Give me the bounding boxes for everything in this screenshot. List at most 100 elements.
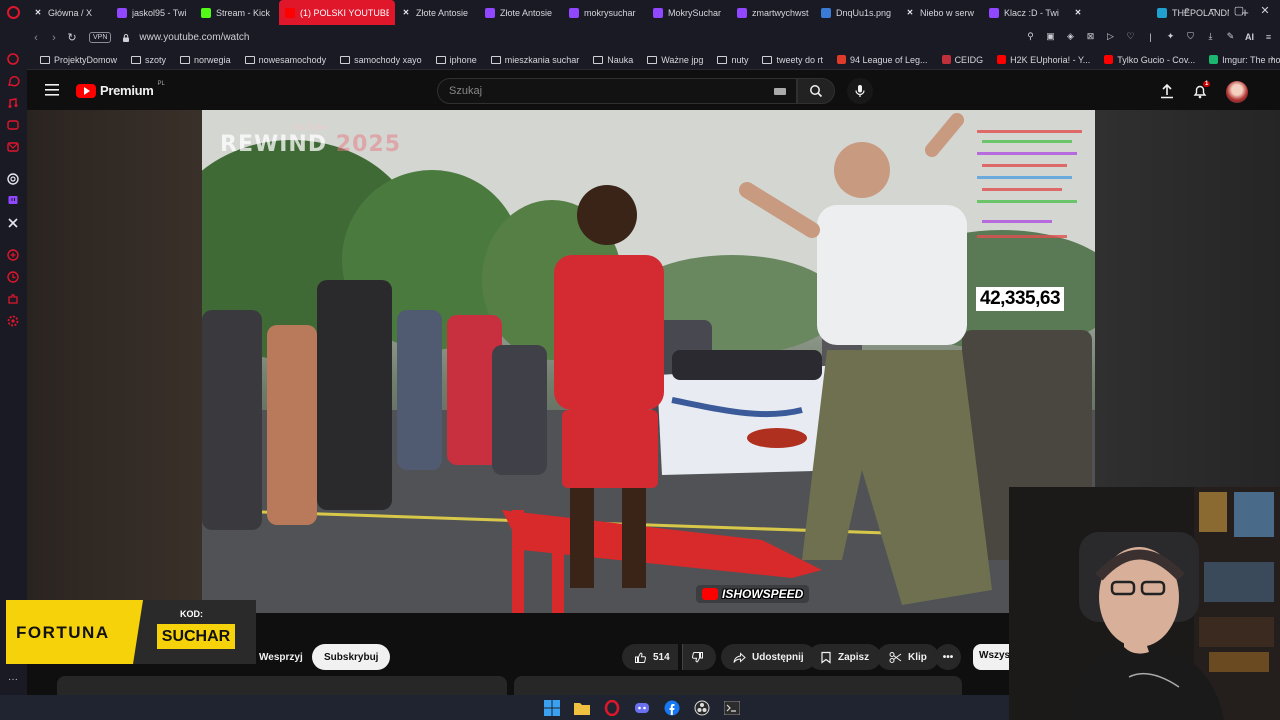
vk-icon[interactable] (6, 118, 20, 132)
bookmark-item[interactable]: Ważne jpg (640, 55, 710, 65)
browser-tab[interactable]: ✕ Złote Antosie (395, 0, 479, 25)
bookmark-item[interactable]: tweety do rt (755, 55, 830, 65)
download-icon[interactable]: ⤓ (1205, 31, 1216, 42)
menu-icon[interactable]: ≡ (1263, 31, 1274, 42)
bookmark-item[interactable]: szoty (124, 55, 173, 65)
terminal-icon[interactable] (723, 699, 741, 717)
bookmarks-overflow-icon[interactable]: › (1271, 53, 1274, 64)
discord-icon[interactable] (633, 699, 651, 717)
browser-tab[interactable]: ✕ (1067, 0, 1151, 25)
browser-tab[interactable]: Klacz :D - Twi (983, 0, 1067, 25)
history-icon[interactable] (6, 270, 20, 284)
address-bar: ‹ › ↻ VPN www.youtube.com/watch ⚲ ▣ ◈ ⊠ … (27, 25, 1280, 50)
windows-start-icon[interactable] (543, 699, 561, 717)
tab-title: Klacz :D - Twi (1004, 7, 1059, 18)
messenger-icon[interactable] (6, 52, 20, 66)
add-icon[interactable] (6, 248, 20, 262)
lock-icon[interactable] (121, 33, 131, 43)
close-window-button[interactable]: ✕ (1258, 4, 1272, 17)
gmail-icon[interactable] (6, 140, 20, 154)
forward-button[interactable]: › (45, 32, 63, 44)
share-button[interactable]: Udostępnij (721, 644, 816, 670)
overlay-youtube-text: YouTube (292, 122, 328, 132)
bookmark-item[interactable]: nuty (710, 55, 755, 65)
youtube-premium-logo[interactable]: Premium PL (76, 81, 165, 98)
extensions-icon[interactable]: ✦ (1165, 31, 1176, 42)
keyboard-icon[interactable] (774, 88, 786, 95)
subscribe-button[interactable]: Subskrybuj (312, 644, 391, 670)
back-button[interactable]: ‹ (27, 32, 45, 44)
close-icon[interactable]: ⊠ (1085, 31, 1096, 42)
browser-tab[interactable]: Złote Antosie (479, 0, 563, 25)
browser-tab[interactable]: ✕ Niebo w serw (899, 0, 983, 25)
video-player[interactable]: YouTube REWIND 2025 42,335,63 ISHOWSPEED (202, 110, 1095, 613)
bookmark-item[interactable]: iphone (429, 55, 484, 65)
twitch-icon[interactable] (6, 194, 20, 208)
aria-icon[interactable]: ✎ (1225, 31, 1236, 42)
search-tabs-icon[interactable]: ⌕ (1180, 4, 1194, 17)
music-icon[interactable] (6, 96, 20, 110)
browser-tab[interactable]: MokrySuchar (647, 0, 731, 25)
minimize-button[interactable]: − (1206, 4, 1220, 17)
snapshot-icon[interactable]: ▣ (1045, 31, 1056, 42)
save-button[interactable]: Zapisz (808, 644, 882, 670)
webcam-overlay (1009, 487, 1280, 720)
bookmark-icon[interactable]: ♡ (1125, 31, 1136, 42)
logo-text: Premium (100, 83, 154, 98)
voice-search-button[interactable] (847, 78, 873, 104)
hamburger-menu-icon[interactable] (45, 84, 59, 96)
fortuna-logo: FORTUNA (16, 623, 110, 642)
bookmark-item[interactable]: norwegia (173, 55, 238, 65)
like-button[interactable]: 514 (622, 644, 678, 670)
bookmark-item[interactable]: 94 League of Leg... (830, 55, 935, 65)
bookmark-item[interactable]: CEIDG (935, 55, 991, 65)
upload-icon[interactable] (1160, 83, 1174, 99)
browser-tab[interactable]: DnqUu1s.png (815, 0, 899, 25)
settings-icon[interactable] (6, 314, 20, 328)
browser-tab[interactable]: jaskol95 - Twi (111, 0, 195, 25)
account-avatar[interactable] (1226, 81, 1248, 103)
browser-tab[interactable]: mokrysuchar (563, 0, 647, 25)
wallet-icon[interactable]: ⛉ (1185, 31, 1196, 42)
pin-icon[interactable]: ⚲ (1025, 31, 1036, 42)
description-box[interactable] (57, 676, 507, 695)
bookmark-item[interactable]: H2K EUphoria! - Y... (990, 55, 1097, 65)
subscribe-label: Subskrybuj (324, 651, 379, 663)
url-field[interactable]: www.youtube.com/watch (139, 32, 249, 43)
sidebar-more-icon[interactable]: ··· (8, 674, 18, 685)
search-button[interactable] (797, 78, 835, 104)
opera-menu-button[interactable] (0, 0, 27, 25)
bookmark-item[interactable]: Imgur: The most a... (1202, 55, 1280, 65)
bookmark-item[interactable]: samochody xayo (333, 55, 429, 65)
extensions-sidebar-icon[interactable] (6, 292, 20, 306)
recommendation-card[interactable] (514, 676, 962, 695)
obs-icon[interactable] (693, 699, 711, 717)
bookmark-item[interactable]: Tylko Gucio - Cov... (1097, 55, 1202, 65)
browser-tab[interactable]: zmartwychwst (731, 0, 815, 25)
opera-taskbar-icon[interactable] (603, 699, 621, 717)
browser-tab[interactable]: ✕ Główna / X (27, 0, 111, 25)
facebook-icon[interactable] (663, 699, 681, 717)
reload-button[interactable]: ↻ (63, 31, 81, 44)
shield-icon[interactable]: ◈ (1065, 31, 1076, 42)
bookmark-item[interactable]: mieszkania suchar (484, 55, 587, 65)
maximize-button[interactable]: ▢ (1232, 4, 1246, 17)
chatgpt-icon[interactable] (6, 172, 20, 186)
whatsapp-icon[interactable] (6, 74, 20, 88)
vpn-badge[interactable]: VPN (89, 32, 112, 43)
thumbs-down-icon (691, 651, 703, 662)
search-input[interactable] (438, 79, 796, 103)
support-button[interactable]: Wesprzyj (247, 644, 315, 670)
bookmark-item[interactable]: Nauka (586, 55, 640, 65)
dislike-button[interactable] (682, 644, 716, 670)
browser-tab[interactable]: (1) POLSKI YOUTUBE REV (279, 0, 395, 25)
ai-button[interactable]: AI (1245, 31, 1254, 42)
file-explorer-icon[interactable] (573, 699, 591, 717)
browser-tab[interactable]: Stream - Kick (195, 0, 279, 25)
bookmark-item[interactable]: nowesamochody (238, 55, 334, 65)
bookmark-item[interactable]: ProjektyDomow (33, 55, 124, 65)
clip-button[interactable]: Klip (877, 644, 939, 670)
x-icon[interactable] (6, 216, 20, 230)
player-icon[interactable]: ▷ (1105, 31, 1116, 42)
more-actions-button[interactable]: ••• (935, 644, 961, 670)
